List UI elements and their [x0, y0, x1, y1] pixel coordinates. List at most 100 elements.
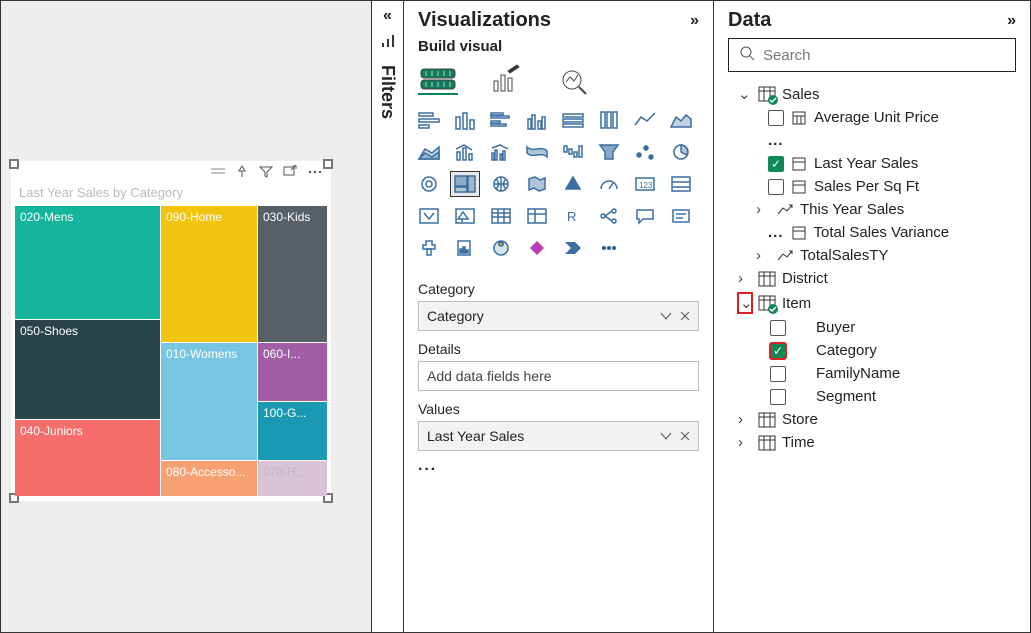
format-visual-tab[interactable]	[486, 65, 526, 95]
checkbox-checked[interactable]: ✓	[770, 343, 786, 359]
resize-handle-tr[interactable]	[323, 159, 333, 169]
viz-stacked-area-icon[interactable]	[414, 139, 444, 165]
treemap-cell[interactable]: 030-Kids	[258, 206, 327, 342]
viz-gauge-icon[interactable]	[594, 171, 624, 197]
chevron-down-icon[interactable]	[660, 308, 672, 324]
resize-handle-tl[interactable]	[9, 159, 19, 169]
build-visual-tab[interactable]	[418, 65, 458, 95]
filter-icon[interactable]	[259, 166, 273, 178]
viz-area-icon[interactable]	[666, 107, 696, 133]
viz-narrative-icon[interactable]	[666, 203, 696, 229]
checkbox[interactable]	[768, 110, 784, 126]
chevron-down-icon[interactable]: ⌄	[738, 85, 752, 103]
chevron-right-icon[interactable]: ›	[738, 434, 752, 451]
field-avg-unit-price[interactable]: Average Unit Price	[722, 106, 1022, 129]
collapse-visualizations-icon[interactable]: »	[690, 12, 699, 30]
field-total-sales-variance[interactable]: ... Total Sales Variance	[722, 221, 1022, 244]
analytics-tab[interactable]	[554, 65, 594, 95]
field-category[interactable]: ✓ Category	[722, 339, 1022, 362]
viz-qna-icon[interactable]	[630, 203, 660, 229]
more-options-icon[interactable]	[307, 166, 323, 178]
well-details-drop[interactable]: Add data fields here	[418, 361, 699, 391]
viz-goals-icon[interactable]	[414, 235, 444, 261]
checkbox[interactable]	[770, 366, 786, 382]
viz-map-icon[interactable]	[486, 171, 516, 197]
viz-clustered-column-icon[interactable]	[522, 107, 552, 133]
treemap-cell[interactable]: 060-I...	[258, 343, 327, 401]
field-familyname[interactable]: FamilyName	[722, 362, 1022, 385]
checkbox-checked[interactable]: ✓	[768, 156, 784, 172]
viz-clustered-bar-icon[interactable]	[486, 107, 516, 133]
search-input[interactable]: Search	[728, 38, 1016, 72]
treemap-cell[interactable]: 080-Accesso...	[161, 461, 257, 496]
viz-funnel-icon[interactable]	[594, 139, 624, 165]
field-total-sales-ty[interactable]: › TotalSalesTY	[722, 244, 1022, 267]
viz-decomposition-tree-icon[interactable]	[594, 203, 624, 229]
checkbox[interactable]	[770, 389, 786, 405]
viz-arcgis-icon[interactable]	[486, 235, 516, 261]
more-icon[interactable]: ···	[404, 451, 713, 479]
treemap-visual[interactable]: Last Year Sales by Category 020-Mens 050…	[11, 161, 331, 501]
viz-slicer-icon[interactable]	[450, 203, 480, 229]
checkbox[interactable]	[768, 179, 784, 195]
viz-table-icon[interactable]	[486, 203, 516, 229]
viz-100-stacked-column-icon[interactable]	[594, 107, 624, 133]
table-sales[interactable]: ⌄ Sales	[722, 82, 1022, 106]
viz-scatter-icon[interactable]	[630, 139, 660, 165]
treemap-cell[interactable]: 070-H...	[258, 461, 327, 496]
viz-multi-row-card-icon[interactable]	[666, 171, 696, 197]
field-segment[interactable]: Segment	[722, 385, 1022, 408]
viz-pie-icon[interactable]	[666, 139, 696, 165]
chevron-right-icon[interactable]: ›	[738, 411, 752, 428]
viz-r-visual-icon[interactable]: R	[558, 203, 588, 229]
expand-filters-icon[interactable]: «	[383, 7, 392, 25]
viz-azure-map-icon[interactable]	[558, 171, 588, 197]
treemap-cell[interactable]: 050-Shoes	[15, 320, 160, 419]
pin-icon[interactable]	[235, 165, 249, 179]
field-buyer[interactable]: Buyer	[722, 316, 1022, 339]
remove-field-icon[interactable]	[680, 428, 690, 444]
well-category-field[interactable]: Category	[418, 301, 699, 331]
viz-paginated-report-icon[interactable]	[450, 235, 480, 261]
viz-waterfall-icon[interactable]	[558, 139, 588, 165]
treemap-cell[interactable]: 100-G...	[258, 402, 327, 460]
well-values-field[interactable]: Last Year Sales	[418, 421, 699, 451]
report-canvas[interactable]: Last Year Sales by Category 020-Mens 050…	[1, 1, 371, 632]
viz-ribbon-icon[interactable]	[522, 139, 552, 165]
viz-line-stacked-column-icon[interactable]	[450, 139, 480, 165]
viz-stacked-bar-icon[interactable]	[414, 107, 444, 133]
collapse-data-icon[interactable]: »	[1007, 12, 1016, 30]
treemap-cell[interactable]: 020-Mens	[15, 206, 160, 319]
remove-field-icon[interactable]	[680, 308, 690, 324]
viz-line-clustered-column-icon[interactable]	[486, 139, 516, 165]
treemap-cell[interactable]: 010-Womens	[161, 343, 257, 460]
drag-handle-icon[interactable]	[211, 166, 225, 178]
viz-100-stacked-bar-icon[interactable]	[558, 107, 588, 133]
viz-get-more-icon[interactable]	[594, 235, 624, 261]
treemap-cell[interactable]: 090-Home	[161, 206, 257, 342]
chevron-right-icon[interactable]: ›	[738, 270, 752, 287]
viz-donut-icon[interactable]	[414, 171, 444, 197]
chevron-right-icon[interactable]: ›	[756, 201, 770, 218]
field-this-year-sales[interactable]: › This Year Sales	[722, 198, 1022, 221]
filters-label[interactable]: Filters	[377, 65, 398, 119]
viz-power-automate-icon[interactable]	[558, 235, 588, 261]
treemap-cell[interactable]: 040-Juniors	[15, 420, 160, 496]
chevron-right-icon[interactable]: ›	[756, 247, 770, 264]
chevron-down-icon[interactable]	[660, 428, 672, 444]
table-district[interactable]: › District	[722, 267, 1022, 290]
viz-treemap-icon[interactable]	[450, 171, 480, 197]
table-item[interactable]: ⌄ Item	[722, 290, 1022, 316]
viz-matrix-icon[interactable]	[522, 203, 552, 229]
viz-filled-map-icon[interactable]	[522, 171, 552, 197]
viz-power-apps-icon[interactable]	[522, 235, 552, 261]
chevron-down-icon[interactable]: ⌄	[738, 293, 752, 313]
viz-line-icon[interactable]	[630, 107, 660, 133]
field-overflow[interactable]: ...	[722, 129, 1022, 152]
viz-stacked-column-icon[interactable]	[450, 107, 480, 133]
field-sales-per-sqft[interactable]: Sales Per Sq Ft	[722, 175, 1022, 198]
table-store[interactable]: › Store	[722, 408, 1022, 431]
field-last-year-sales[interactable]: ✓ Last Year Sales	[722, 152, 1022, 175]
checkbox[interactable]	[770, 320, 786, 336]
viz-card-icon[interactable]: 123	[630, 171, 660, 197]
